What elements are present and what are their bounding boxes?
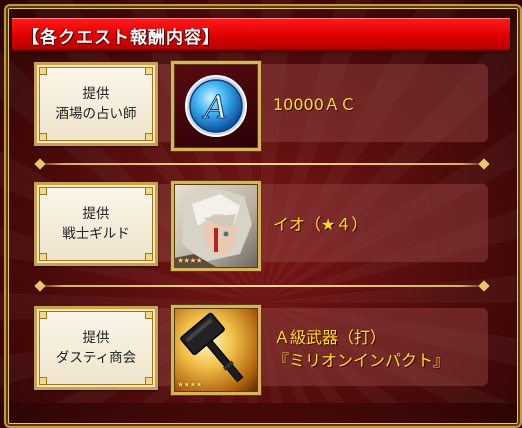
header-bar: 【各クエスト報酬内容】 [12,18,510,51]
row-divider [34,280,490,292]
reward-text: Ａ級武器（打） [274,328,387,347]
provider-card: 提供 戦士ギルド [34,182,158,266]
provider-name: 戦士ギルド [62,226,130,242]
svg-text:A: A [201,88,227,126]
reward-row: 提供 ダスティ商会 ★★★★ Ａ級武器（打） 『ミリオンインパクト』 [0,302,522,402]
provider-card: 提供 酒場の占い師 [34,62,158,146]
provider-label: 提供 [82,206,110,222]
reward-row: 提供 酒場の占い師 A 10000ＡＣ [0,58,522,158]
reward-text: イオ（★４） [273,215,368,234]
reward-item-name: 『ミリオンインパクト』 [273,351,450,370]
rarity-stars: ★★★★ [177,380,203,389]
provider-label: 提供 [82,330,110,346]
page-title: 【各クエスト報酬内容】 [22,28,220,48]
reward-text: 10000ＡＣ [273,95,356,114]
provider-label: 提供 [82,86,110,102]
hammer-weapon-icon: ★★★★ [171,305,261,395]
character-portrait-icon: ★★★★ [171,181,261,271]
row-divider [34,158,490,170]
provider-name: 酒場の占い師 [55,106,137,122]
provider-card: 提供 ダスティ商会 [34,306,158,390]
ac-coin-icon: A [171,61,261,151]
reward-row: 提供 戦士ギルド ★★★★ イオ（★４） [0,178,522,278]
rarity-stars: ★★★★ [177,256,203,265]
provider-name: ダスティ商会 [55,350,137,366]
